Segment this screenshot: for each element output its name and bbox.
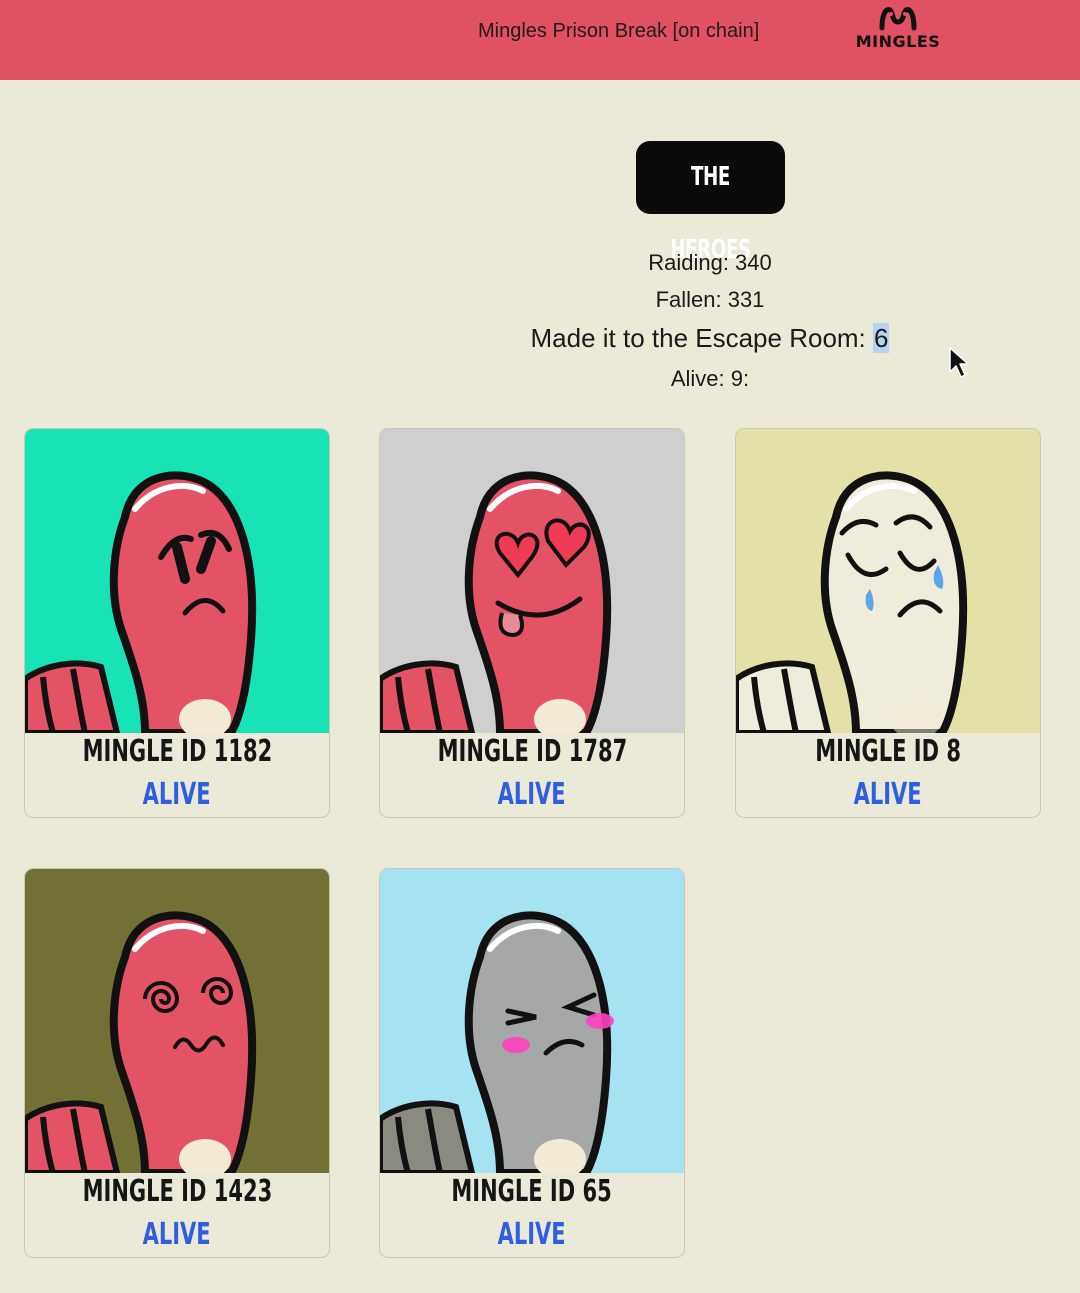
mingle-avatar-image [25,429,329,733]
mingle-status-badge: ALIVE [497,777,567,812]
mingle-avatar-image [380,429,684,733]
mingles-logo[interactable]: MINGLES [852,4,944,54]
mingle-avatar-image [380,869,684,1173]
hero-card[interactable]: MINGLE ID 8 ALIVE [735,428,1041,818]
hero-card[interactable]: MINGLE ID 1423 ALIVE [24,868,330,1258]
mingle-id-label: MINGLE ID 8 [815,734,961,769]
mingle-status-badge: ALIVE [497,1217,567,1252]
app-title: Mingles Prison Break [on chain] [478,20,760,42]
mingle-avatar-image [25,869,329,1173]
hero-card[interactable]: MINGLE ID 65 ALIVE [379,868,685,1258]
stat-alive: Alive: 9: [670,366,750,391]
hero-card[interactable]: MINGLE ID 1182 ALIVE [24,428,330,818]
stat-fallen: Fallen: 331 [655,287,765,312]
section-heading: THE HEROES [636,141,785,265]
mouse-cursor-icon [949,347,969,378]
mingle-id-label: MINGLE ID 1787 [437,734,627,769]
mingle-status-badge: ALIVE [142,777,212,812]
stat-raiding: Raiding: 340 [648,250,772,275]
hero-card[interactable]: MINGLE ID 1787 ALIVE [379,428,685,818]
mingle-status-badge: ALIVE [853,777,923,812]
stat-escape-label: Made it to the Escape Room: [530,323,874,353]
mingles-logo-icon [879,7,917,31]
mingle-id-label: MINGLE ID 1182 [82,734,272,769]
mingle-status-badge: ALIVE [142,1217,212,1252]
mingle-id-label: MINGLE ID 65 [451,1174,613,1209]
mingle-id-label: MINGLE ID 1423 [82,1174,272,1209]
mingle-avatar-image [736,429,1040,733]
stat-escape-value: 6 [873,323,890,353]
stat-escape-room: Made it to the Escape Room: 6 [0,323,1080,354]
top-header-bar: Mingles Prison Break [on chain] MINGLES [0,0,1080,80]
logo-wordmark: MINGLES [855,32,941,51]
